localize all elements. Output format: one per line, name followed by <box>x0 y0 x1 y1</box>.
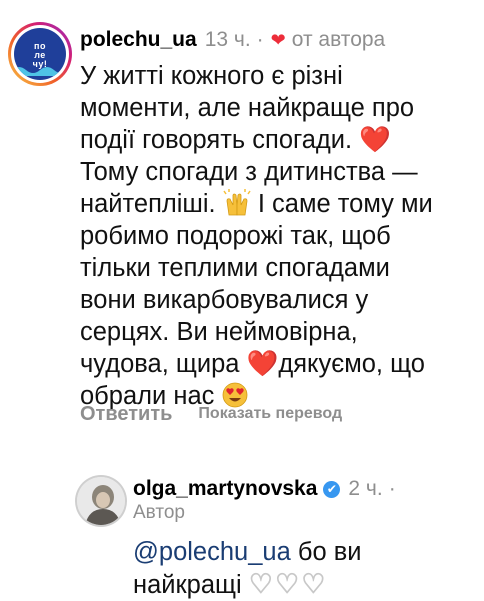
reply-button[interactable]: Ответить <box>80 403 172 426</box>
red-heart-emoji-icon: ❤️ <box>246 350 279 378</box>
username[interactable]: olga_martynovska <box>133 477 317 501</box>
verified-badge-icon: ✔ <box>323 480 341 498</box>
reply-text: @polechu_ua бо ви найкращі ♡♡♡ <box>133 536 463 601</box>
comment-header: polechu_ua 13 ч. · ❤ от автора <box>80 25 385 55</box>
user-photo-icon <box>77 477 125 525</box>
liked-by-author-label: от автора <box>291 28 386 51</box>
timestamp: 2 ч. <box>348 477 383 500</box>
mention-link[interactable]: @polechu_ua <box>133 538 291 566</box>
avatar[interactable] <box>75 475 127 527</box>
avatar[interactable]: по ле чу! <box>8 22 72 86</box>
heart-icon: ❤ <box>270 29 286 50</box>
reply-header: olga_martynovska ✔ 2 ч. · <box>133 474 396 504</box>
translate-button[interactable]: Показать перевод <box>198 405 342 423</box>
brand-logo: по ле чу! <box>14 28 66 80</box>
red-heart-emoji-icon: ❤️ <box>359 126 391 154</box>
separator: · <box>256 28 264 51</box>
raising-hands-emoji-icon <box>223 189 251 216</box>
comment-actions: Ответить Показать перевод <box>80 402 342 426</box>
separator: · <box>388 477 396 500</box>
comment-text: У житті кожного є різні моменти, але най… <box>80 60 450 412</box>
author-label: Автор <box>133 502 185 523</box>
wave-icon <box>14 67 66 76</box>
white-hearts-emoji-icon: ♡♡♡ <box>248 569 328 600</box>
username[interactable]: polechu_ua <box>80 28 197 52</box>
timestamp: 13 ч. <box>204 28 251 51</box>
